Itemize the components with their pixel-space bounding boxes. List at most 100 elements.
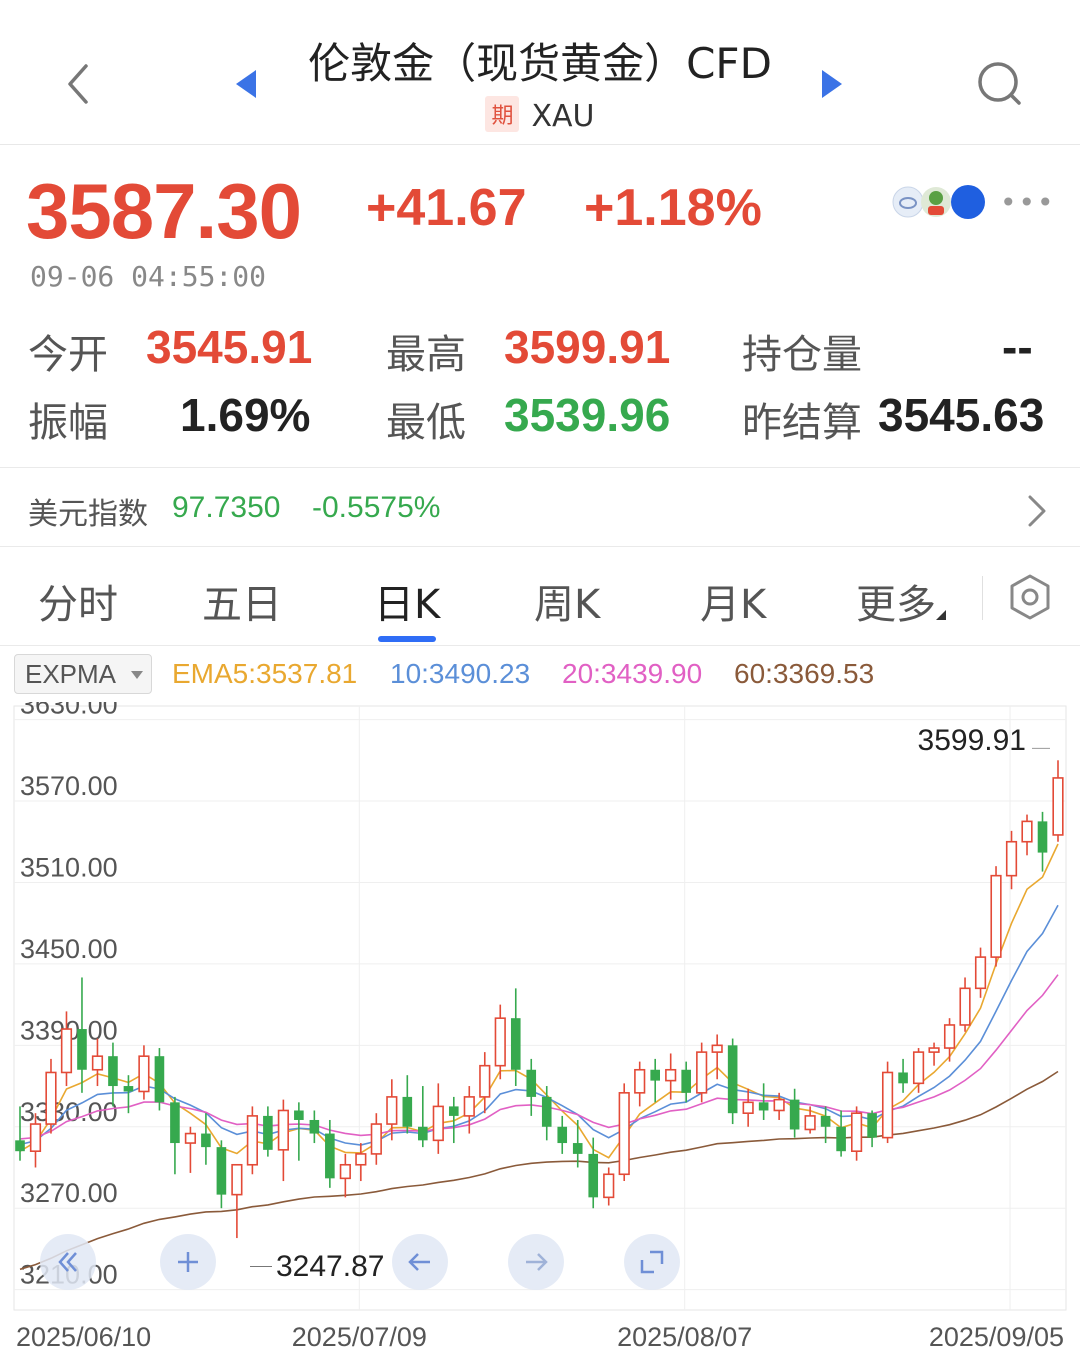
candle-body-up <box>386 1096 398 1125</box>
candle-body-down <box>820 1115 831 1127</box>
zoom-in-button[interactable] <box>160 1234 216 1290</box>
caret-down-icon <box>131 671 143 679</box>
expand-icon <box>640 1250 664 1274</box>
usd-index-row[interactable]: 美元指数 97.7350 -0.5575% <box>0 469 1080 547</box>
candle-body-down <box>123 1086 134 1092</box>
candle-body-down <box>541 1096 552 1127</box>
tab-weekly-k[interactable]: 周K <box>534 572 600 630</box>
candle-body-up <box>928 1047 940 1053</box>
candle-body-down <box>557 1126 568 1144</box>
candle-body-up <box>959 987 971 1026</box>
y-tick-label: 3510.00 <box>20 852 118 882</box>
kline-chart-area[interactable]: 3630.003570.003510.003450.003390.003330.… <box>0 702 1080 1371</box>
scroll-to-start-button[interactable] <box>40 1234 96 1290</box>
tab-more-label: 更多 <box>856 582 936 628</box>
usd-index-change: -0.5575% <box>312 491 441 524</box>
candle-body-down <box>681 1069 691 1093</box>
candle-body-down <box>526 1069 537 1097</box>
tab-monthly-k[interactable]: 月K <box>700 572 766 630</box>
candle-body-down <box>325 1133 335 1179</box>
community-avatars[interactable] <box>890 184 990 220</box>
search-button[interactable] <box>972 56 1028 112</box>
symbol-code: XAU <box>531 99 595 134</box>
tab-divider <box>982 576 983 620</box>
candle-body-up <box>432 1105 444 1142</box>
open-interest-value: -- <box>1002 321 1033 373</box>
tab-more[interactable]: 更多 <box>856 572 946 630</box>
y-tick-label: 3270.00 <box>20 1178 118 1208</box>
high-marker-label: 3599.91 <box>918 724 1026 757</box>
candle-body-down <box>216 1147 227 1195</box>
candle-body-up <box>742 1101 754 1114</box>
candle-body-up <box>912 1051 925 1085</box>
candle-body-up <box>479 1064 491 1098</box>
scroll-left-button[interactable] <box>392 1234 448 1290</box>
more-menu-button[interactable]: ••• <box>1000 186 1056 219</box>
quote-panel: 3587.30 +41.67 +1.18% ••• 09-06 04:55:00… <box>0 146 1080 468</box>
candle-body-down <box>572 1143 583 1154</box>
candle-body-up <box>45 1071 57 1125</box>
active-tab-indicator <box>378 636 436 642</box>
candle-body-down <box>309 1119 320 1134</box>
indicator-select-value: EXPMA <box>25 659 117 689</box>
candle-body-up <box>29 1123 42 1152</box>
candle-body-up <box>370 1123 382 1155</box>
arrow-left-icon <box>408 1253 430 1271</box>
amplitude-value: 1.69% <box>180 389 311 441</box>
next-symbol-button[interactable] <box>818 66 846 102</box>
period-tabs: 分时 五日 日K 周K 月K 更多 <box>0 548 1080 646</box>
chart-settings-button[interactable] <box>1006 572 1054 622</box>
candle-body-up <box>1005 840 1018 877</box>
high-value: 3599.91 <box>504 321 671 373</box>
indicator-select[interactable]: EXPMA <box>14 654 152 694</box>
candle-body-down <box>727 1045 738 1114</box>
candle-body-up <box>138 1055 150 1093</box>
candle-body-down <box>263 1115 273 1150</box>
y-tick-label: 3450.00 <box>20 934 118 964</box>
low-marker-label: 3247.87 <box>276 1250 385 1283</box>
tab-five-day[interactable]: 五日 <box>202 572 282 630</box>
last-price: 3587.30 <box>26 167 302 255</box>
corner-triangle-icon <box>936 610 946 620</box>
candle-body-up <box>184 1132 197 1144</box>
settings-hexagon-icon <box>1010 574 1050 620</box>
low-marker-tick <box>250 1266 272 1267</box>
candle-body-up <box>463 1096 475 1117</box>
candle-body-up <box>850 1112 863 1152</box>
y-tick-label: 3330.00 <box>20 1097 118 1127</box>
candle-body-down <box>510 1018 521 1070</box>
candle-body-down <box>108 1056 118 1087</box>
price-change-percent: +1.18% <box>584 179 762 237</box>
candle-body-up <box>696 1051 708 1094</box>
candle-body-up <box>711 1044 723 1053</box>
ema10-value: 10:3490.23 <box>390 658 531 689</box>
x-tick-label: 2025/06/10 <box>16 1322 151 1352</box>
x-tick-label: 2025/08/07 <box>617 1322 752 1352</box>
candle-body-down <box>758 1102 769 1111</box>
price-change: +41.67 <box>366 179 527 237</box>
search-icon <box>978 62 1021 105</box>
candle-body-down <box>170 1102 180 1144</box>
tab-daily-k[interactable]: 日K <box>374 572 440 630</box>
candle-body-down <box>650 1069 660 1081</box>
scroll-right-button[interactable] <box>508 1234 564 1290</box>
candle-body-up <box>603 1173 615 1199</box>
fullscreen-button[interactable] <box>624 1234 680 1290</box>
open-interest-label: 持仓量 <box>742 332 862 378</box>
candle-body-down <box>448 1106 459 1116</box>
amplitude-label: 振幅 <box>28 400 108 446</box>
plus-icon <box>178 1252 198 1272</box>
candle-body-down <box>588 1153 599 1198</box>
candle-body-up <box>1021 820 1033 843</box>
candle-body-up <box>60 1028 73 1074</box>
back-button[interactable] <box>58 58 102 110</box>
y-tick-label: 3630.00 <box>20 702 118 720</box>
candle-body-up <box>277 1109 289 1151</box>
ema60-value: 60:3369.53 <box>734 658 875 689</box>
tab-intraday[interactable]: 分时 <box>38 572 118 630</box>
prev-settle-label: 昨结算 <box>742 400 862 446</box>
candle-body-up <box>231 1163 243 1196</box>
candle-body-up <box>246 1115 258 1166</box>
chart-frame <box>13 705 1067 1311</box>
candle-body-down <box>201 1133 211 1148</box>
